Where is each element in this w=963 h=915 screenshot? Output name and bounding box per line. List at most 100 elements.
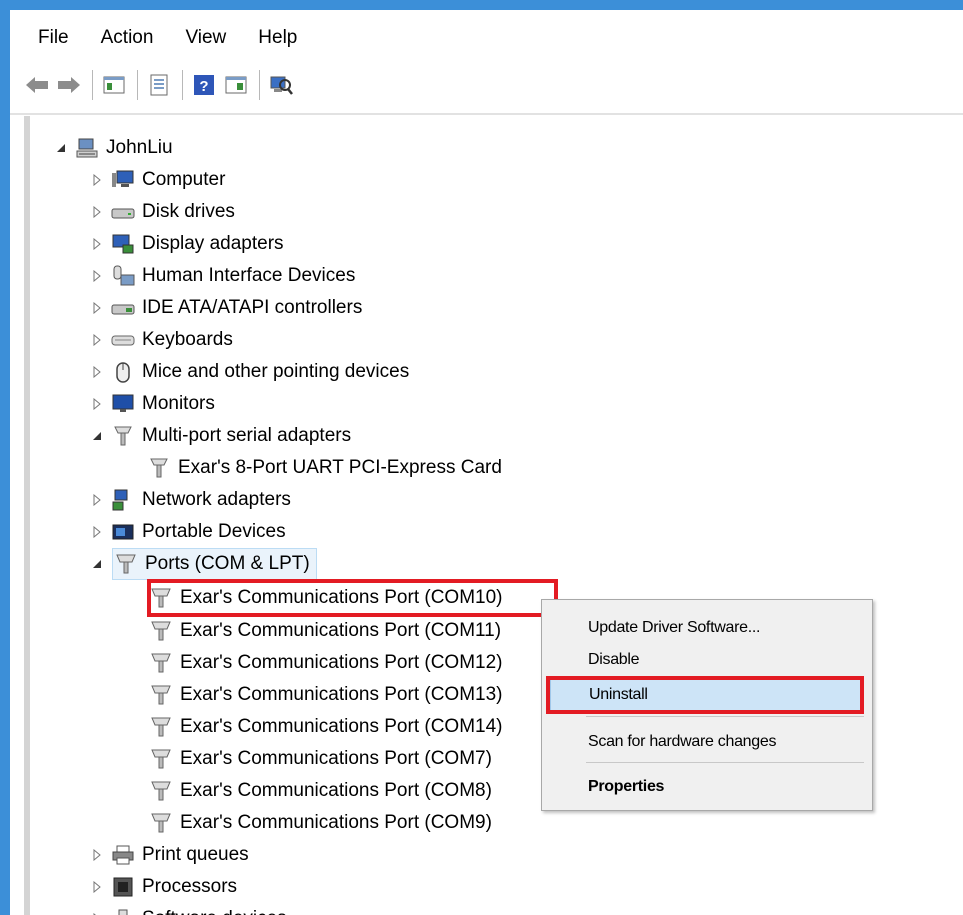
show-hide-console-tree-button[interactable] — [101, 72, 127, 98]
monitor-icon — [110, 391, 136, 417]
ports-expander[interactable] — [90, 548, 110, 580]
tree-node-device[interactable]: Exar's Communications Port (COM13) — [148, 679, 503, 711]
tree-node-label: Ports (COM & LPT) — [145, 553, 310, 574]
tree-node-category[interactable]: Disk drives — [90, 196, 235, 228]
tree-node-label: Computer — [142, 169, 226, 190]
tree-node-category[interactable]: Network adapters — [90, 484, 291, 516]
tree-node-label: Exar's Communications Port (COM11) — [180, 620, 502, 641]
scan-for-hardware-changes-button[interactable] — [268, 72, 294, 98]
tree-node-device[interactable]: Exar's 8-Port UART PCI-Express Card — [146, 452, 502, 484]
tree-node-category[interactable]: IDE ATA/ATAPI controllers — [90, 292, 362, 324]
port-icon — [148, 746, 174, 772]
uninstall-highlight-box — [546, 676, 864, 714]
collapsed-triangle-icon[interactable] — [90, 839, 104, 871]
tree-node-device[interactable]: Exar's Communications Port (COM12) — [148, 647, 503, 679]
expanded-triangle-icon[interactable] — [54, 132, 68, 164]
console-tree-icon — [103, 76, 125, 94]
collapsed-triangle-icon[interactable] — [90, 292, 104, 324]
device-manager-window: File Action View Help ? JohnLiu Computer… — [10, 10, 963, 915]
context-menu-update-driver[interactable]: Update Driver Software... — [550, 612, 862, 644]
hid-icon — [110, 263, 136, 289]
tree-node-category[interactable]: Mice and other pointing devices — [90, 356, 409, 388]
display-adapter-icon — [110, 231, 136, 257]
tree-node-category[interactable]: Display adapters — [90, 228, 284, 260]
port-icon — [113, 551, 139, 577]
back-button[interactable] — [24, 72, 50, 98]
tree-node-label: Exar's 8-Port UART PCI-Express Card — [178, 457, 502, 478]
context-menu: Update Driver Software... Disable Uninst… — [541, 599, 873, 811]
forward-arrow-icon — [58, 77, 80, 93]
tree-node-root[interactable]: JohnLiu — [54, 132, 173, 164]
tree-node-category[interactable]: Software devices — [90, 903, 287, 915]
expanded-triangle-icon[interactable] — [90, 420, 104, 452]
collapsed-triangle-icon[interactable] — [90, 871, 104, 903]
menu-help[interactable]: Help — [248, 23, 307, 53]
help-button[interactable]: ? — [191, 72, 217, 98]
tree-node-label: Mice and other pointing devices — [142, 361, 410, 382]
tree-node-label: Exar's Communications Port (COM14) — [180, 716, 503, 737]
tree-node-device[interactable]: Exar's Communications Port (COM8) — [148, 775, 492, 807]
tree-node-label: Multi-port serial adapters — [142, 425, 352, 446]
context-menu-disable[interactable]: Disable — [550, 644, 862, 676]
svg-text:?: ? — [199, 78, 208, 95]
tree-node-category[interactable]: Keyboards — [90, 324, 233, 356]
computer-icon — [110, 167, 136, 193]
tree-node-label: Keyboards — [142, 329, 233, 350]
properties-sheet-icon — [150, 74, 168, 96]
tree-node-category[interactable]: Multi-port serial adapters — [90, 420, 351, 452]
tree-node-category-selected[interactable]: Ports (COM & LPT) — [112, 548, 317, 580]
collapsed-triangle-icon[interactable] — [90, 903, 104, 915]
tree-node-category[interactable]: Monitors — [90, 388, 215, 420]
show-hide-action-pane-button[interactable] — [223, 72, 249, 98]
toolbar-separator — [92, 70, 93, 100]
collapsed-triangle-icon[interactable] — [90, 388, 104, 420]
tree-node-device[interactable]: Exar's Communications Port (COM11) — [148, 615, 501, 647]
tree-node-device[interactable]: Exar's Communications Port (COM14) — [148, 711, 503, 743]
tree-node-label: Exar's Communications Port (COM8) — [180, 780, 492, 801]
tree-node-device[interactable]: Exar's Communications Port (COM9) — [148, 807, 492, 839]
software-device-icon — [110, 906, 136, 915]
menu-file[interactable]: File — [28, 23, 79, 53]
collapsed-triangle-icon[interactable] — [90, 484, 104, 516]
tree-node-device[interactable]: Exar's Communications Port (COM7) — [148, 743, 492, 775]
context-menu-properties[interactable]: Properties — [550, 771, 862, 803]
computer-network-icon — [74, 135, 100, 161]
tree-node-category[interactable]: Print queues — [90, 839, 249, 871]
back-arrow-icon — [26, 77, 48, 93]
collapsed-triangle-icon[interactable] — [90, 356, 104, 388]
collapsed-triangle-icon[interactable] — [90, 516, 104, 548]
context-menu-separator — [586, 716, 864, 717]
context-menu-scan-hardware[interactable]: Scan for hardware changes — [550, 726, 862, 758]
serial-adapter-icon — [110, 423, 136, 449]
ide-controller-icon — [110, 295, 136, 321]
menu-action[interactable]: Action — [91, 23, 164, 53]
window-frame-left — [0, 0, 10, 915]
tree-node-label: Exar's Communications Port (COM9) — [180, 812, 492, 833]
tree-node-label: Monitors — [142, 393, 215, 414]
menu-view[interactable]: View — [175, 23, 236, 53]
port-icon — [148, 778, 174, 804]
context-menu-separator — [586, 762, 864, 763]
tree-node-label: Exar's Communications Port (COM7) — [180, 748, 492, 769]
tree-node-category[interactable]: Computer — [90, 164, 225, 196]
tree-node-category[interactable]: Portable Devices — [90, 516, 286, 548]
collapsed-triangle-icon[interactable] — [90, 260, 104, 292]
collapsed-triangle-icon[interactable] — [90, 228, 104, 260]
tree-node-label: Disk drives — [142, 201, 235, 222]
tree-node-label: IDE ATA/ATAPI controllers — [142, 297, 363, 318]
collapsed-triangle-icon[interactable] — [90, 164, 104, 196]
menu-bar: File Action View Help — [10, 20, 963, 56]
tree-node-label: Portable Devices — [142, 521, 286, 542]
tree-node-label: Network adapters — [142, 489, 291, 510]
collapsed-triangle-icon[interactable] — [90, 324, 104, 356]
collapsed-triangle-icon[interactable] — [90, 196, 104, 228]
tree-node-category[interactable]: Human Interface Devices — [90, 260, 355, 292]
properties-button[interactable] — [146, 72, 172, 98]
tree-node-label: Human Interface Devices — [142, 265, 356, 286]
expanded-triangle-icon[interactable] — [90, 548, 104, 580]
tree-node-category[interactable]: Processors — [90, 871, 237, 903]
port-icon — [148, 810, 174, 836]
forward-button[interactable] — [56, 72, 82, 98]
toolbar-separator — [137, 70, 138, 100]
tree-node-label: Software devices — [142, 903, 287, 915]
